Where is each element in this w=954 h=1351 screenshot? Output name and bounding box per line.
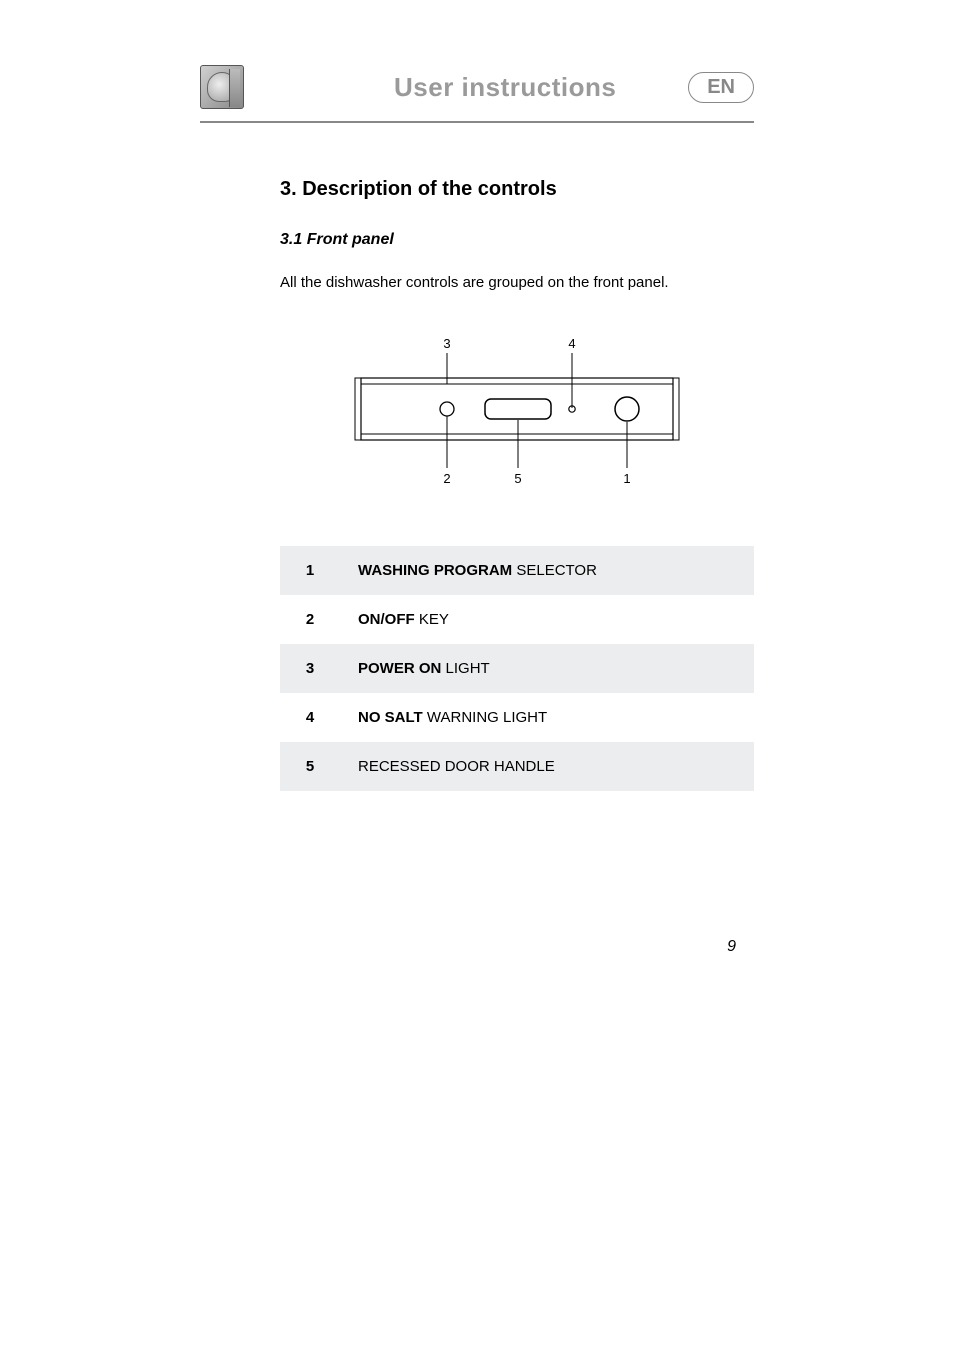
control-description: NO SALT WARNING LIGHT — [340, 693, 754, 742]
page-number: 9 — [727, 938, 736, 956]
language-badge: EN — [688, 72, 754, 103]
callout-label-2: 2 — [443, 471, 450, 486]
table-row: 5RECESSED DOOR HANDLE — [280, 742, 754, 791]
control-number: 2 — [280, 595, 340, 644]
header-title: User instructions — [394, 72, 616, 103]
control-description: WASHING PROGRAM SELECTOR — [340, 546, 754, 595]
control-number: 4 — [280, 693, 340, 742]
callout-label-5: 5 — [514, 471, 521, 486]
control-number: 1 — [280, 546, 340, 595]
subsection-title: 3.1 Front panel — [280, 231, 754, 249]
content-area: 3. Description of the controls 3.1 Front… — [200, 178, 754, 791]
page-header: User instructions EN — [200, 65, 754, 123]
intro-text: All the dishwasher controls are grouped … — [280, 274, 754, 291]
page-container: User instructions EN 3. Description of t… — [0, 0, 954, 1351]
controls-table: 1WASHING PROGRAM SELECTOR2ON/OFF KEY3POW… — [280, 546, 754, 791]
table-row: 2ON/OFF KEY — [280, 595, 754, 644]
table-row: 1WASHING PROGRAM SELECTOR — [280, 546, 754, 595]
control-number: 3 — [280, 644, 340, 693]
callout-label-3: 3 — [443, 336, 450, 351]
panel-svg: 3 4 — [347, 336, 687, 491]
control-description: ON/OFF KEY — [340, 595, 754, 644]
section-title: 3. Description of the controls — [280, 178, 754, 201]
callout-label-1: 1 — [623, 471, 630, 486]
table-row: 4NO SALT WARNING LIGHT — [280, 693, 754, 742]
table-row: 3POWER ON LIGHT — [280, 644, 754, 693]
control-description: RECESSED DOOR HANDLE — [340, 742, 754, 791]
header-left-group: User instructions — [200, 65, 616, 109]
callout-label-4: 4 — [568, 336, 575, 351]
appliance-icon — [200, 65, 244, 109]
control-description: POWER ON LIGHT — [340, 644, 754, 693]
front-panel-diagram: 3 4 — [280, 336, 754, 491]
control-number: 5 — [280, 742, 340, 791]
